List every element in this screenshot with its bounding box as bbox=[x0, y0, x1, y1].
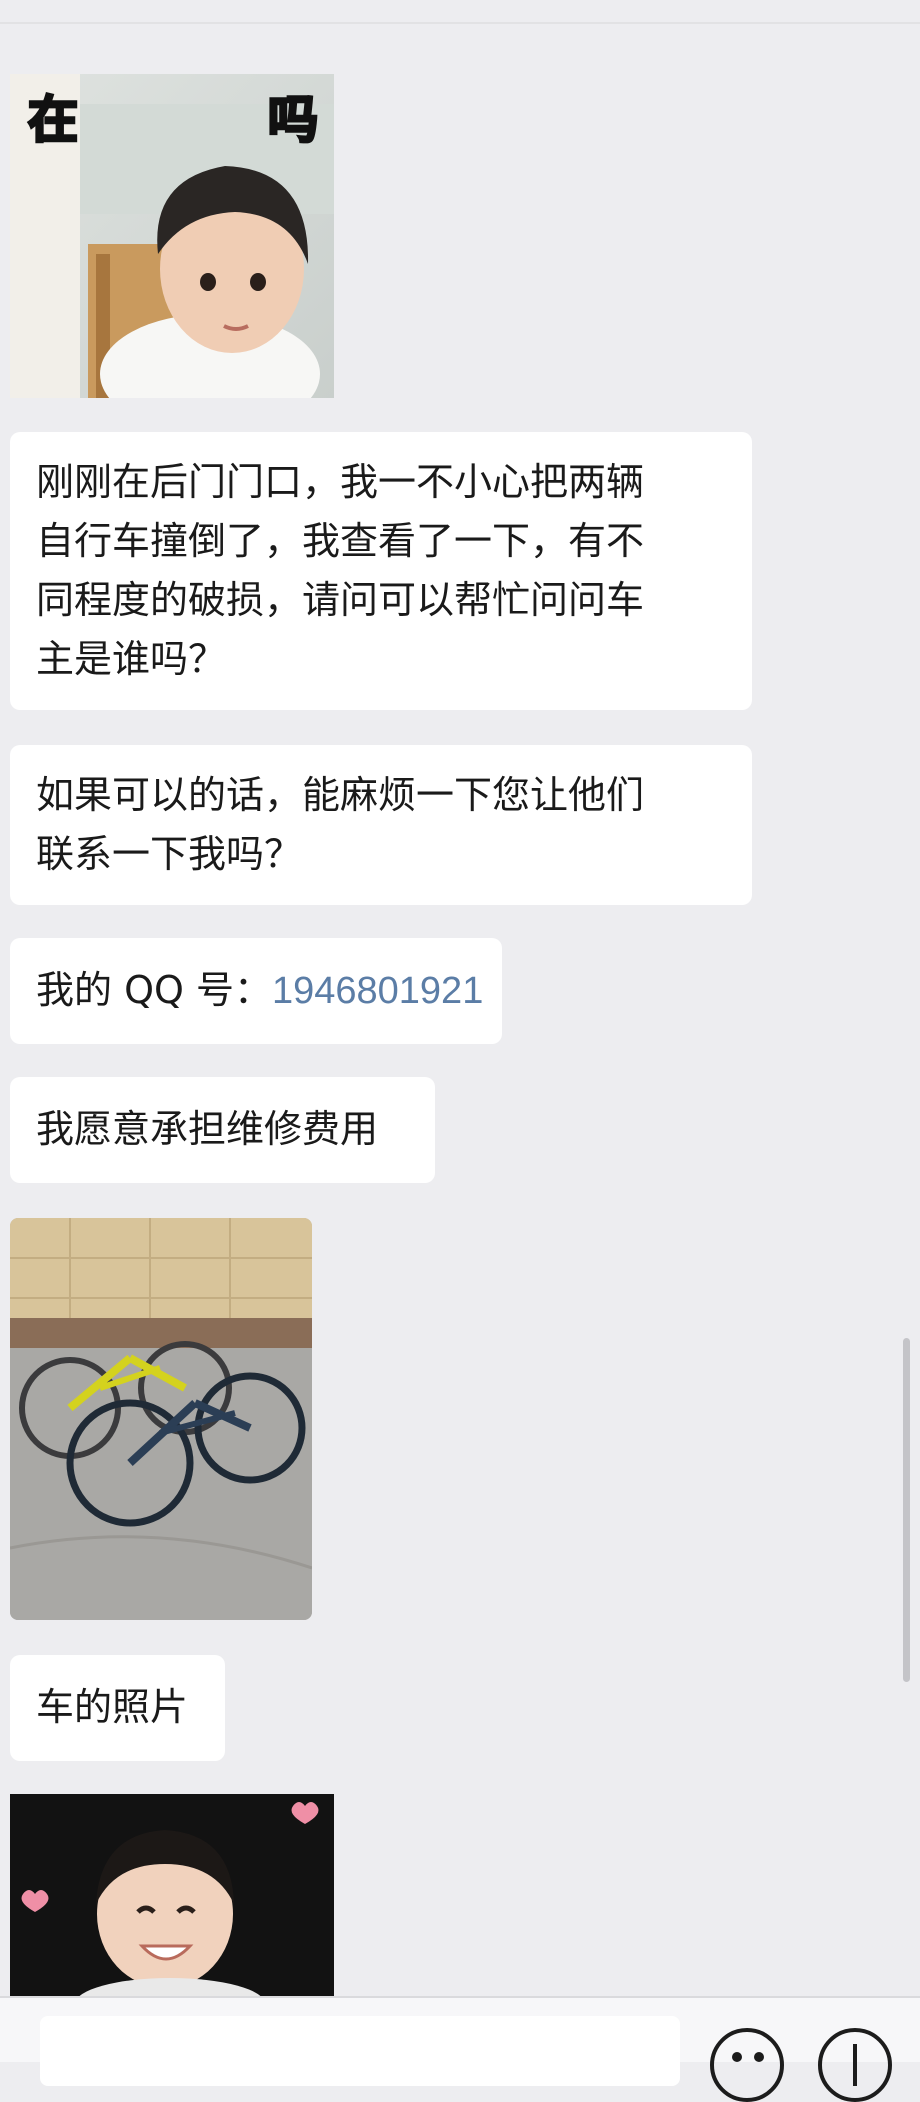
message-input[interactable] bbox=[40, 2016, 680, 2086]
add-icon[interactable] bbox=[818, 2028, 892, 2102]
message-line: 主是谁吗？ bbox=[36, 637, 227, 681]
sticker-message[interactable] bbox=[10, 1794, 334, 1996]
message-text: 车的照片 bbox=[36, 1685, 189, 1729]
message-line: 刚刚在后门门口，我一不小心把两辆 bbox=[36, 460, 645, 504]
message-line: 同程度的破损，请问可以帮忙问问车 bbox=[36, 578, 645, 622]
message-bubble[interactable]: 如果可以的话，能麻烦一下您让他们 联系一下我吗？ bbox=[10, 745, 752, 905]
smiling-child-sticker-image bbox=[10, 1794, 334, 1996]
message-text: 我的 QQ 号： bbox=[36, 968, 272, 1012]
input-bar bbox=[0, 1996, 920, 2102]
sticker-caption-left: 在 bbox=[27, 90, 80, 151]
message-bubble[interactable]: 我的 QQ 号：1946801921 bbox=[10, 938, 502, 1044]
sticker-message[interactable]: 在 吗 bbox=[10, 74, 334, 398]
message-bubble[interactable]: 我愿意承担维修费用 bbox=[10, 1077, 435, 1183]
qq-number-link[interactable]: 1946801921 bbox=[272, 970, 483, 1012]
chat-scrollbar[interactable] bbox=[903, 1338, 910, 1682]
photo-message[interactable] bbox=[10, 1218, 312, 1620]
message-line: 联系一下我吗？ bbox=[36, 832, 303, 876]
message-text: 我愿意承担维修费用 bbox=[36, 1107, 379, 1151]
message-bubble[interactable]: 刚刚在后门门口，我一不小心把两辆 自行车撞倒了，我查看了一下，有不 同程度的破损… bbox=[10, 432, 752, 710]
message-line: 自行车撞倒了，我查看了一下，有不 bbox=[36, 519, 645, 563]
message-bubble[interactable]: 车的照片 bbox=[10, 1655, 225, 1761]
emoji-icon[interactable] bbox=[710, 2028, 784, 2102]
message-line: 如果可以的话，能麻烦一下您让他们 bbox=[36, 773, 645, 817]
chat-message-list[interactable]: 在 吗 刚刚在后门门口，我一不小心把两辆 自行车撞倒了，我查看了一下，有不 同程… bbox=[0, 0, 920, 1996]
bicycles-photo-image bbox=[10, 1218, 312, 1620]
sticker-caption-right: 吗 bbox=[267, 90, 320, 151]
